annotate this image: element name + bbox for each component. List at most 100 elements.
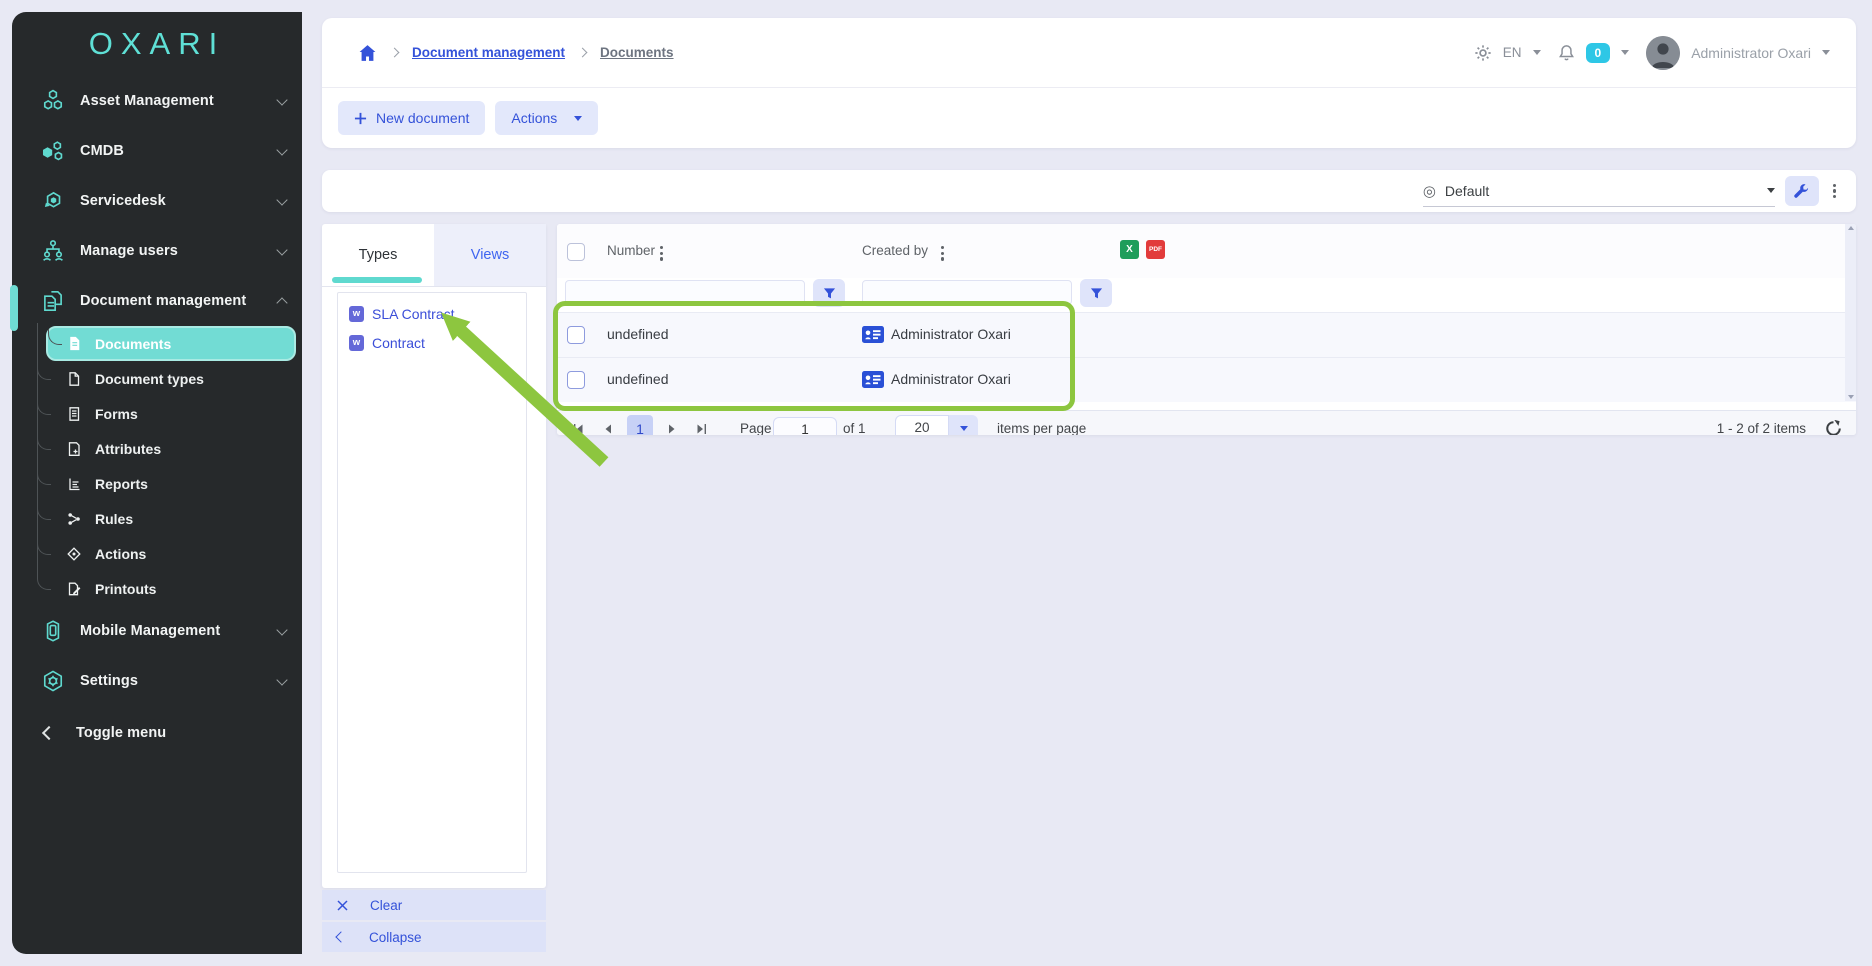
id-card-icon <box>862 326 884 343</box>
table-row[interactable]: undefined Administrator Oxari <box>557 312 1856 357</box>
table-row[interactable]: undefined Administrator Oxari <box>557 357 1856 402</box>
collapse-button[interactable]: Collapse <box>322 922 546 952</box>
number-filter-input[interactable] <box>565 280 805 305</box>
sidebar-item-rules[interactable]: Rules <box>37 501 302 536</box>
breadcrumb: Document management Documents EN 0 Admin… <box>322 18 1856 88</box>
previous-page-button[interactable] <box>595 411 621 435</box>
document-management-submenu: Documents Document types Forms Attribute… <box>37 326 302 606</box>
cell-number: undefined <box>607 371 669 387</box>
type-item-contract[interactable]: w Contract <box>338 328 526 357</box>
cell-created-by: Administrator Oxari <box>891 371 1011 387</box>
documents-icon <box>65 335 83 353</box>
sidebar-item-attributes[interactable]: Attributes <box>37 431 302 466</box>
sidebar-item-label: Document types <box>95 371 204 387</box>
row-checkbox[interactable] <box>567 326 585 344</box>
id-card-icon <box>862 371 884 388</box>
first-page-button[interactable] <box>565 411 591 435</box>
grid-header-row: Number Created by X PDF <box>557 224 1856 278</box>
grid-spacer <box>557 402 1856 410</box>
document-types-icon <box>65 370 83 388</box>
view-settings-button[interactable] <box>1785 176 1819 206</box>
select-all-checkbox[interactable] <box>567 243 585 261</box>
sidebar-item-reports[interactable]: Reports <box>37 466 302 501</box>
rules-icon <box>65 510 83 528</box>
chevron-down-icon[interactable] <box>1822 50 1830 55</box>
sidebar-item-label: Mobile Management <box>80 623 278 639</box>
toggle-menu-button[interactable]: Toggle menu <box>12 708 302 758</box>
page-number-input[interactable] <box>773 417 837 435</box>
export-excel-icon[interactable]: X <box>1120 240 1139 259</box>
sidebar-item-forms[interactable]: Forms <box>37 396 302 431</box>
new-document-button[interactable]: New document <box>338 101 485 135</box>
sidebar-item-mobile-management[interactable]: Mobile Management <box>12 606 302 656</box>
type-label: Contract <box>372 335 425 351</box>
breadcrumb-current-documents[interactable]: Documents <box>600 45 674 60</box>
user-menu[interactable]: Administrator Oxari <box>1691 45 1811 61</box>
created-by-filter-input[interactable] <box>862 280 1072 305</box>
export-pdf-icon[interactable]: PDF <box>1146 240 1165 259</box>
page-size-select[interactable]: 20 <box>895 415 949 435</box>
scroll-up-icon <box>1848 226 1854 230</box>
column-menu-number[interactable] <box>656 242 667 265</box>
toolbar-more-options-button[interactable] <box>1829 180 1840 203</box>
clear-label: Clear <box>370 898 402 913</box>
gear-icon[interactable] <box>1474 44 1492 62</box>
sidebar-item-asset-management[interactable]: Asset Management <box>12 76 302 126</box>
sidebar-item-label: CMDB <box>80 143 278 159</box>
column-menu-created-by[interactable] <box>937 242 948 265</box>
forms-icon <box>65 405 83 423</box>
notification-badge[interactable]: 0 <box>1586 43 1611 63</box>
page-1-button[interactable]: 1 <box>627 415 653 435</box>
grid-filter-row <box>557 278 1856 312</box>
sidebar-item-cmdb[interactable]: CMDB <box>12 126 302 176</box>
sidebar-item-printouts[interactable]: Printouts <box>37 571 302 606</box>
page-size-caret-button[interactable] <box>949 415 978 435</box>
cmdb-icon <box>38 137 68 165</box>
next-page-button[interactable] <box>659 411 685 435</box>
documents-grid: Number Created by X PDF undefined Admini… <box>557 224 1856 435</box>
chevron-down-icon[interactable] <box>1621 50 1629 55</box>
column-header-created-by[interactable]: Created by <box>862 243 928 258</box>
created-by-filter-button[interactable] <box>1080 279 1112 307</box>
actions-button[interactable]: Actions <box>495 101 598 135</box>
sidebar-item-servicedesk[interactable]: Servicedesk <box>12 176 302 226</box>
panel-tabs: Types Views <box>322 224 546 287</box>
sidebar-item-manage-users[interactable]: Manage users <box>12 226 302 276</box>
tab-types[interactable]: Types <box>322 224 434 286</box>
chevron-down-icon[interactable] <box>1533 50 1541 55</box>
avatar[interactable] <box>1646 36 1680 70</box>
sidebar-item-label: Attributes <box>95 441 161 457</box>
grid-vertical-scrollbar[interactable] <box>1845 224 1856 401</box>
view-selector[interactable]: ◎ Default <box>1423 175 1775 207</box>
grid-pager: 1 Page of 1 20 items per page 1 - 2 of 2… <box>557 410 1856 435</box>
number-filter-button[interactable] <box>813 279 845 307</box>
language-selector[interactable]: EN <box>1503 45 1522 60</box>
sidebar-item-label: Actions <box>95 546 146 562</box>
type-item-sla-contract[interactable]: w SLA Contract <box>338 299 526 328</box>
topbar-actions: EN 0 Administrator Oxari <box>1474 36 1830 70</box>
refresh-button[interactable] <box>1825 411 1842 435</box>
funnel-icon <box>1090 287 1103 300</box>
sidebar-item-document-types[interactable]: Document types <box>37 361 302 396</box>
mobile-management-icon <box>38 617 68 645</box>
sidebar-item-actions[interactable]: Actions <box>37 536 302 571</box>
sidebar: OXARI Asset Management CMDB Servicedesk <box>12 12 302 954</box>
last-page-button[interactable] <box>689 411 715 435</box>
breadcrumb-link-document-management[interactable]: Document management <box>412 45 565 60</box>
chevron-down-icon <box>574 116 582 121</box>
sidebar-item-settings[interactable]: Settings <box>12 656 302 706</box>
header-card: Document management Documents EN 0 Admin… <box>322 18 1856 148</box>
sidebar-item-document-management[interactable]: Document management <box>12 276 302 326</box>
tab-views[interactable]: Views <box>434 224 546 286</box>
scroll-down-icon <box>1848 395 1854 399</box>
column-header-number[interactable]: Number <box>607 243 655 258</box>
collapse-label: Collapse <box>369 930 422 945</box>
sidebar-item-label: Reports <box>95 476 148 492</box>
word-file-icon: w <box>349 335 364 351</box>
home-icon[interactable] <box>358 44 377 62</box>
clear-button[interactable]: Clear <box>322 890 546 920</box>
sidebar-item-documents[interactable]: Documents <box>46 326 296 361</box>
chevron-down-icon <box>276 674 287 685</box>
bell-icon[interactable] <box>1558 44 1575 62</box>
row-checkbox[interactable] <box>567 371 585 389</box>
